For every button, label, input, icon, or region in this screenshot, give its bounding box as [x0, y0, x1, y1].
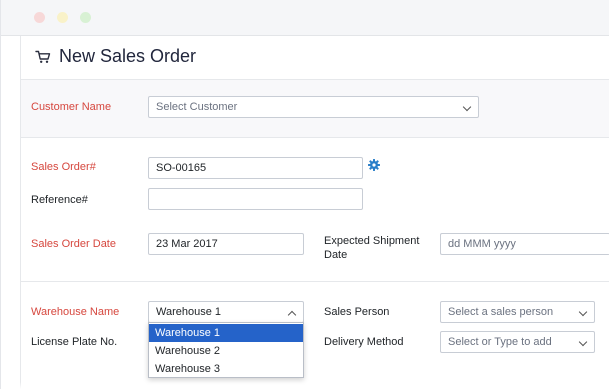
minimize-window-button[interactable]: [57, 12, 68, 23]
sales-order-date-value: 23 Mar 2017: [156, 238, 218, 250]
license-plate-label: License Plate No.: [31, 336, 118, 348]
delivery-method-select[interactable]: Select or Type to add: [440, 331, 595, 353]
sales-order-number-input[interactable]: SO-00165: [148, 157, 363, 179]
warehouse-option[interactable]: Warehouse 2: [149, 342, 303, 360]
customer-name-label: Customer Name: [31, 101, 112, 113]
sales-person-placeholder: Select a sales person: [448, 306, 554, 318]
shopping-cart-icon: [35, 50, 51, 63]
gear-icon[interactable]: [368, 159, 380, 171]
chevron-up-icon: [287, 310, 297, 320]
maximize-window-button[interactable]: [80, 12, 91, 23]
warehouse-select-value: Warehouse 1: [156, 306, 222, 318]
reference-label: Reference#: [31, 194, 88, 206]
expected-shipment-date-label-line1: Expected Shipment: [324, 235, 420, 247]
delivery-method-placeholder: Select or Type to add: [448, 336, 552, 348]
expected-shipment-date-input[interactable]: dd MMM yyyy: [440, 233, 609, 255]
reference-input[interactable]: [148, 188, 363, 210]
sales-order-date-label: Sales Order Date: [31, 238, 116, 250]
warehouse-option[interactable]: Warehouse 3: [149, 360, 303, 378]
app-window: New Sales Order Customer Name Select Cus…: [0, 0, 609, 389]
sales-order-number-label: Sales Order#: [31, 161, 96, 173]
sales-order-number-value: SO-00165: [156, 162, 207, 174]
close-window-button[interactable]: [34, 12, 45, 23]
customer-select-placeholder: Select Customer: [156, 101, 238, 113]
warehouse-name-label: Warehouse Name: [31, 306, 120, 318]
sales-person-label: Sales Person: [324, 306, 390, 318]
page-title: New Sales Order: [59, 46, 197, 66]
warehouse-option[interactable]: Warehouse 1: [149, 324, 303, 342]
warehouse-select[interactable]: Warehouse 1: [148, 301, 304, 323]
warehouse-dropdown-list: Warehouse 1 Warehouse 2 Warehouse 3: [148, 322, 304, 378]
expected-shipment-date-placeholder: dd MMM yyyy: [448, 238, 516, 250]
chevron-down-icon: [578, 307, 588, 317]
sales-order-date-input[interactable]: 23 Mar 2017: [148, 233, 304, 255]
window-titlebar: [1, 0, 609, 36]
customer-select[interactable]: Select Customer: [148, 96, 479, 118]
chevron-down-icon: [462, 102, 472, 112]
chevron-down-icon: [578, 337, 588, 347]
section-divider: [20, 281, 609, 282]
page-header: New Sales Order: [20, 36, 609, 80]
delivery-method-label: Delivery Method: [324, 336, 404, 348]
expected-shipment-date-label: Expected Shipment Date: [324, 234, 419, 262]
sales-person-select[interactable]: Select a sales person: [440, 301, 595, 323]
bottom-fade: [1, 382, 609, 389]
expected-shipment-date-label-line2: Date: [324, 249, 348, 261]
